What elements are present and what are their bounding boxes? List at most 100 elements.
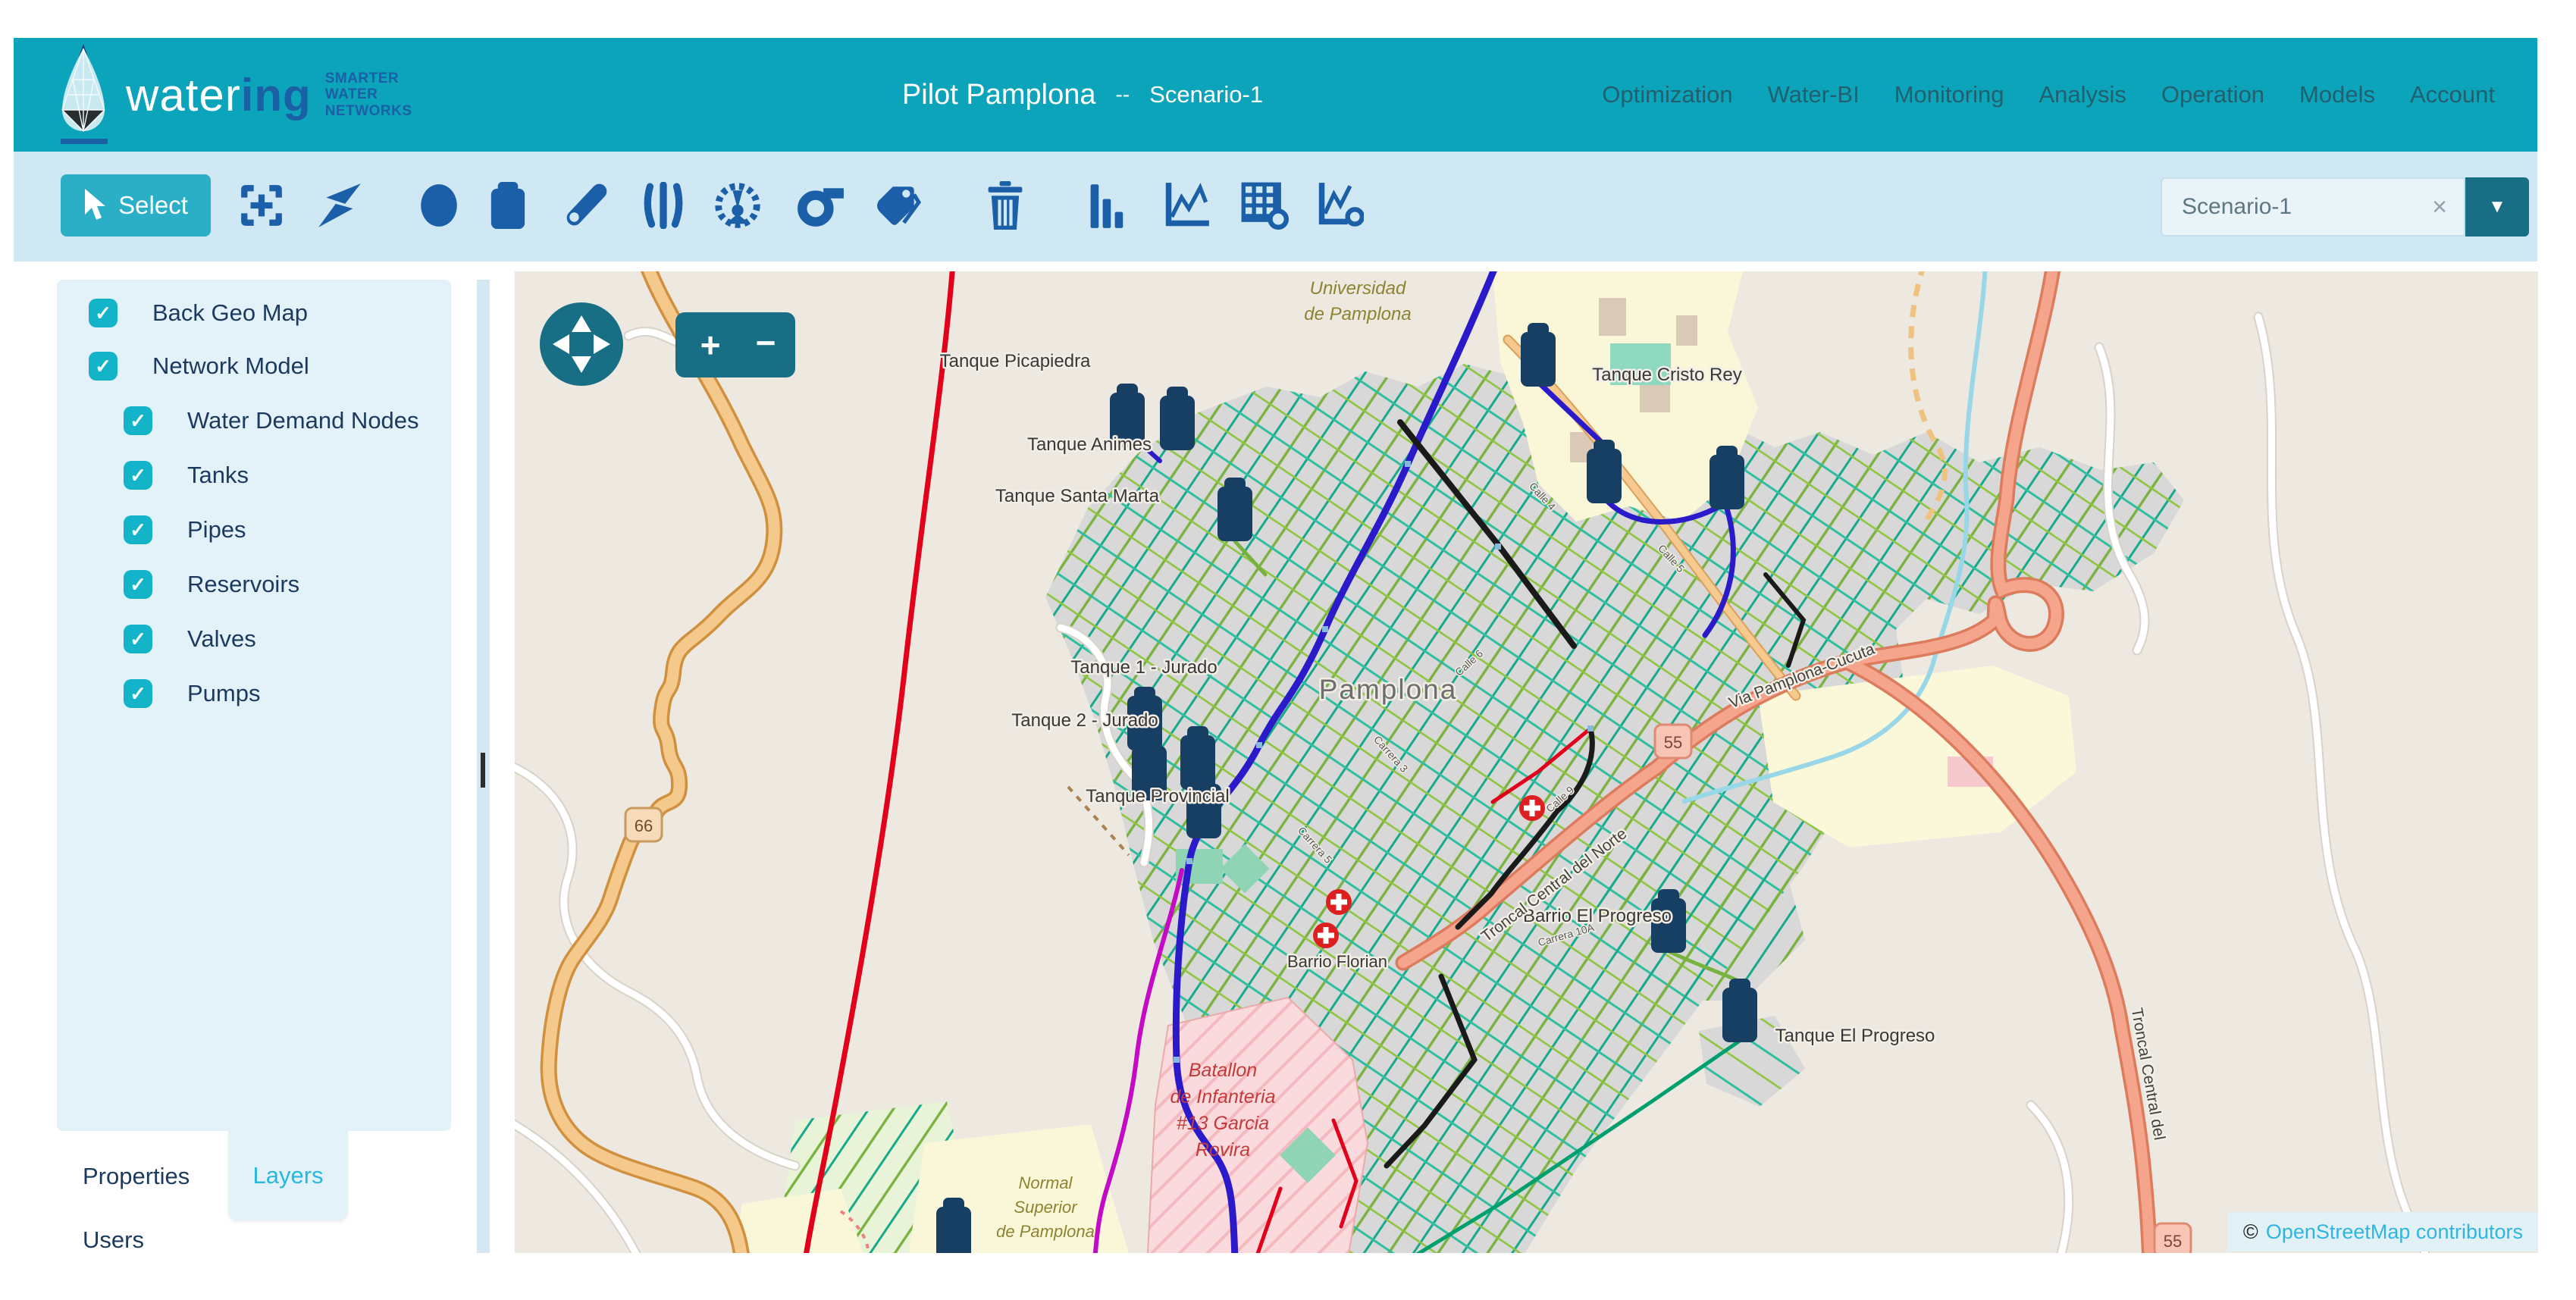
pump-gear-icon[interactable]: [713, 180, 763, 230]
checkbox-reservoirs[interactable]: ✓: [124, 570, 152, 599]
svg-text:Superior: Superior: [1014, 1198, 1078, 1217]
tank-marker-east[interactable]: [1709, 446, 1744, 509]
delete-icon[interactable]: [980, 180, 1030, 230]
copyright-icon: ©: [2243, 1220, 2258, 1244]
app-logo: watering SMARTER WATER NETWORKS: [53, 38, 412, 152]
sidebar-item-users[interactable]: Users: [83, 1226, 144, 1254]
line-chart-icon[interactable]: [1161, 180, 1211, 230]
svg-text:de Pamplona: de Pamplona: [1304, 304, 1411, 324]
svg-text:Normal: Normal: [1019, 1173, 1073, 1192]
label-tanque-cristo-rey: Tanque Cristo Rey: [1592, 365, 1741, 385]
select-button[interactable]: Select: [61, 174, 211, 237]
bar-chart-icon[interactable]: [1083, 180, 1133, 230]
tab-properties[interactable]: Properties: [83, 1163, 190, 1190]
page-title: Pilot Pamplona -- Scenario-1: [817, 38, 1348, 152]
svg-text:de Infanteria: de Infanteria: [1170, 1086, 1276, 1107]
nav-monitoring[interactable]: Monitoring: [1894, 81, 2004, 108]
tank-marker-provincial-2[interactable]: [1186, 775, 1221, 838]
checkbox-back-geo-map[interactable]: ✓: [89, 299, 118, 327]
tank-marker-santa-marta[interactable]: [1217, 478, 1252, 541]
brand-ing: ing: [241, 69, 312, 121]
label-tanque-2-jurado: Tanque 2 - Jurado: [1011, 710, 1158, 731]
tank-marker-el-progreso[interactable]: [1722, 979, 1757, 1042]
map-zoom-control[interactable]: + −: [675, 312, 795, 377]
nav-account[interactable]: Account: [2410, 81, 2495, 108]
pipe-icon[interactable]: [562, 180, 612, 230]
label-tanque-picapiedra: Tanque Picapiedra: [940, 351, 1091, 371]
nav-water-bi[interactable]: Water-BI: [1768, 81, 1860, 108]
checkbox-pumps[interactable]: ✓: [124, 679, 152, 708]
nav-models[interactable]: Models: [2299, 81, 2375, 108]
scenario-value: Scenario-1: [2182, 194, 2432, 220]
hospital-icon: [1313, 923, 1339, 948]
svg-text:Rovira: Rovira: [1196, 1139, 1250, 1161]
valve-icon[interactable]: [638, 180, 688, 230]
flow-direction-icon[interactable]: [315, 180, 365, 230]
svg-text:#13 Garcia: #13 Garcia: [1177, 1113, 1269, 1134]
brand-tagline: SMARTER WATER NETWORKS: [325, 70, 412, 119]
map-toolbar: Select Scenario-1 ×: [14, 152, 2537, 262]
tank-marker-north[interactable]: [1521, 323, 1556, 387]
project-title: Pilot Pamplona: [902, 79, 1096, 111]
tank-icon[interactable]: [483, 180, 533, 230]
zoom-out-button[interactable]: −: [756, 323, 776, 362]
hospital-icon: [1519, 795, 1545, 821]
layer-row-reservoirs: ✓ Reservoirs: [124, 560, 299, 609]
layers-panel: ✓ Back Geo Map ✓ Network Model ✓ Water D…: [57, 280, 451, 1131]
zoom-in-button[interactable]: +: [700, 325, 721, 365]
osm-attribution-link[interactable]: OpenStreetMap contributors: [2266, 1220, 2523, 1244]
map-attribution: © OpenStreetMap contributors: [2228, 1212, 2538, 1251]
scenario-dropdown-button[interactable]: ▼: [2465, 177, 2529, 237]
junction-icon[interactable]: [414, 180, 464, 230]
scenario-title: Scenario-1: [1149, 81, 1263, 108]
layer-row-network-model: ✓ Network Model: [89, 342, 309, 390]
label-pamplona: Pamplona: [1319, 674, 1458, 705]
tab-layers[interactable]: Layers: [228, 1131, 348, 1220]
brand-water: water: [126, 69, 241, 121]
nav-analysis[interactable]: Analysis: [2039, 81, 2126, 108]
label-tanque-1-jurado: Tanque 1 - Jurado: [1070, 657, 1217, 678]
cursor-icon: [83, 189, 106, 222]
svg-text:55: 55: [1664, 733, 1682, 752]
chevron-down-icon: ▼: [2488, 196, 2506, 218]
svg-text:Universidad: Universidad: [1310, 278, 1406, 299]
svg-text:55: 55: [2164, 1232, 2182, 1251]
tag-icon[interactable]: [873, 180, 923, 230]
pump-icon[interactable]: [795, 180, 845, 230]
water-drop-logo-icon: [53, 38, 115, 152]
layer-row-pumps: ✓ Pumps: [124, 669, 260, 718]
nav-optimization[interactable]: Optimization: [1602, 81, 1732, 108]
checkbox-tanks[interactable]: ✓: [124, 461, 152, 490]
label-tanque-santa-marta: Tanque Santa Marta: [995, 486, 1160, 506]
label-tanque-animes: Tanque Animes: [1027, 434, 1152, 455]
layer-row-valves: ✓ Valves: [124, 615, 256, 663]
tank-marker-cristo-rey[interactable]: [1587, 440, 1622, 503]
svg-text:Batallon: Batallon: [1189, 1060, 1257, 1081]
nav-operation[interactable]: Operation: [2161, 81, 2264, 108]
map-pan-control[interactable]: [540, 302, 623, 386]
map-svg: 66 55 55 Universidad de Pamplona Tanque …: [515, 271, 2538, 1253]
hospital-icon: [1326, 889, 1352, 915]
table-report-icon[interactable]: [1239, 180, 1290, 230]
tank-marker-picapiedra-2[interactable]: [1160, 387, 1195, 450]
checkbox-valves[interactable]: ✓: [124, 625, 152, 653]
label-tanque-el-progreso: Tanque El Progreso: [1775, 1026, 1935, 1046]
app-header: watering SMARTER WATER NETWORKS Pilot Pa…: [14, 38, 2537, 152]
panel-resize-handle[interactable]: [481, 753, 485, 788]
main-nav: Optimization Water-BI Monitoring Analysi…: [1602, 38, 2495, 152]
label-barrio-florian: Barrio Florian: [1287, 952, 1387, 971]
layer-row-back-geo-map: ✓ Back Geo Map: [89, 289, 308, 337]
layer-row-tanks: ✓ Tanks: [124, 451, 249, 500]
label-tanque-provincial: Tanque Provincial: [1086, 786, 1229, 807]
checkbox-network-model[interactable]: ✓: [89, 352, 118, 381]
scatter-chart-icon[interactable]: [1315, 180, 1365, 230]
map-canvas[interactable]: 66 55 55 Universidad de Pamplona Tanque …: [515, 271, 2538, 1253]
svg-text:de Pamplona: de Pamplona: [996, 1222, 1095, 1241]
layer-row-pipes: ✓ Pipes: [124, 506, 246, 554]
checkbox-pipes[interactable]: ✓: [124, 515, 152, 544]
add-node-icon[interactable]: [237, 180, 287, 230]
scenario-select[interactable]: Scenario-1 ×: [2161, 177, 2465, 237]
checkbox-water-demand-nodes[interactable]: ✓: [124, 406, 152, 435]
clear-icon[interactable]: ×: [2432, 193, 2447, 222]
label-barrio-el-progreso: Barrio El Progreso: [1523, 906, 1672, 926]
